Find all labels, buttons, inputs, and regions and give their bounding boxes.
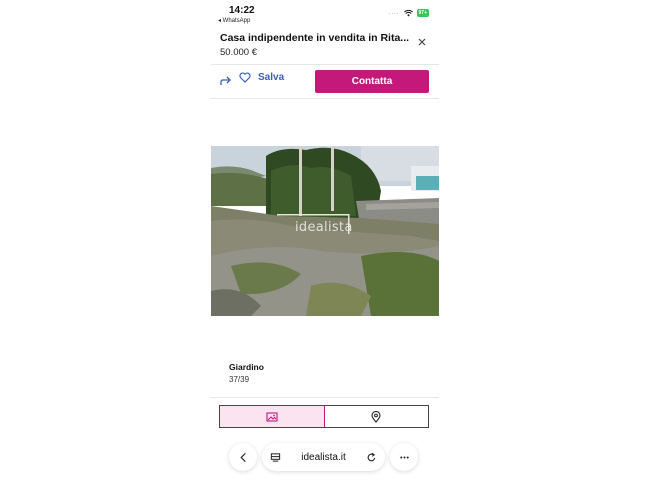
url-text[interactable]: idealista.it — [301, 452, 345, 463]
photo-counter: 37/39 — [229, 375, 250, 384]
battery-indicator: 97+ — [416, 9, 429, 17]
save-button[interactable]: Salva — [239, 72, 284, 83]
signal-icon: .... — [388, 10, 400, 16]
listing-title: Casa indipendente in vendita in Rita... — [220, 32, 410, 44]
browser-toolbar: idealista.it — [229, 443, 418, 471]
screen: 14:22 ◂ WhatsApp .... 97+ Casa indipende… — [211, 0, 439, 492]
tab-map[interactable] — [325, 406, 429, 427]
listing-price: 50.000 € — [220, 47, 257, 58]
contact-button[interactable]: Contatta — [315, 70, 429, 93]
browser-back-button[interactable] — [229, 443, 257, 471]
photo-caption: Giardino — [229, 362, 264, 372]
back-to-whatsapp[interactable]: ◂ WhatsApp — [218, 17, 250, 24]
more-button[interactable] — [390, 443, 418, 471]
status-time: 14:22 — [229, 5, 255, 16]
reload-icon[interactable] — [366, 452, 377, 463]
image-icon — [266, 411, 278, 422]
wifi-icon — [403, 9, 413, 16]
back-icon — [239, 452, 246, 462]
divider — [211, 98, 439, 99]
map-pin-icon — [371, 410, 381, 423]
share-icon[interactable] — [220, 75, 232, 87]
close-icon[interactable] — [417, 37, 427, 47]
media-tabs — [219, 405, 429, 428]
heart-icon — [239, 72, 251, 83]
tab-photos[interactable] — [220, 406, 325, 427]
more-icon — [399, 455, 409, 459]
listing-photo[interactable]: idealista — [211, 146, 439, 316]
divider — [211, 64, 439, 65]
status-indicators: .... 97+ — [389, 9, 429, 17]
address-bar[interactable]: idealista.it — [262, 443, 385, 471]
divider — [211, 397, 439, 398]
idealista-watermark: idealista — [295, 220, 353, 235]
save-label: Salva — [258, 72, 285, 83]
tab-overview-icon[interactable] — [270, 452, 281, 463]
